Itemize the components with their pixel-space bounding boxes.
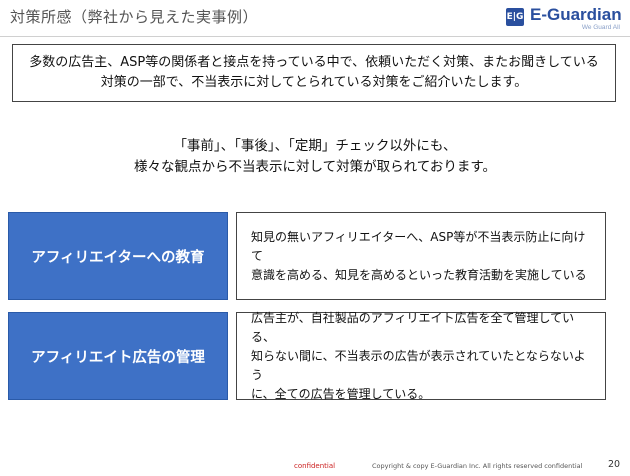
measure-desc-line: 意識を高める、知見を高めるといった教育活動を実施している bbox=[251, 267, 587, 282]
measure-desc-affiliate-ad-management: 広告主が、自社製品のアフィリエイト広告を全て管理している、 知らない間に、不当表… bbox=[236, 310, 606, 401]
intro-box: 多数の広告主、ASP等の関係者と接点を持っている中で、依頼いただく対策、またお聞… bbox=[12, 44, 616, 102]
intro-line-2: 対策の一部で、不当表示に対してとられている対策をご紹介いたします。 bbox=[100, 75, 528, 90]
measure-desc-line: 知らない間に、不当表示の広告が表示されていたとならないよう bbox=[251, 348, 586, 382]
measure-desc-line: 知見の無いアフィリエイターへ、ASP等が不当表示防止に向けて bbox=[251, 229, 586, 263]
company-logo: E|G E-Guardian We Guard All bbox=[506, 4, 622, 32]
lead-line-1: 「事前」、「事後」、「定期」チェック以外にも、 bbox=[173, 138, 457, 154]
slide-title: 対策所感（弊社から見えた実事例） bbox=[10, 8, 259, 26]
confidential-label: confidential bbox=[294, 462, 336, 470]
logo-name: E-Guardian bbox=[530, 5, 622, 24]
measure-label-affiliate-ad-management: アフィリエイト広告の管理 bbox=[8, 312, 228, 400]
intro-line-1: 多数の広告主、ASP等の関係者と接点を持っている中で、依頼いただく対策、またお聞… bbox=[29, 55, 599, 70]
measure-desc-line: 広告主が、自社製品のアフィリエイト広告を全て管理している、 bbox=[251, 310, 575, 344]
page-number: 20 bbox=[608, 459, 621, 470]
measure-desc-line: に、全ての広告を管理している。 bbox=[251, 386, 431, 401]
title-divider bbox=[0, 36, 630, 37]
lead-line-2: 様々な観点から不当表示に対して対策が取られております。 bbox=[134, 159, 496, 175]
measure-label-affiliate-education: アフィリエイターへの教育 bbox=[8, 212, 228, 300]
measure-desc-affiliate-education: 知見の無いアフィリエイターへ、ASP等が不当表示防止に向けて 意識を高める、知見… bbox=[236, 212, 606, 300]
copyright-notice: Copyright & copy E-Guardian Inc. All rig… bbox=[372, 462, 583, 470]
logo-tagline: We Guard All bbox=[581, 24, 620, 31]
lead-text: 「事前」、「事後」、「定期」チェック以外にも、 様々な観点から不当表示に対して対… bbox=[0, 136, 630, 178]
logo-mark-icon: E|G bbox=[506, 8, 524, 26]
